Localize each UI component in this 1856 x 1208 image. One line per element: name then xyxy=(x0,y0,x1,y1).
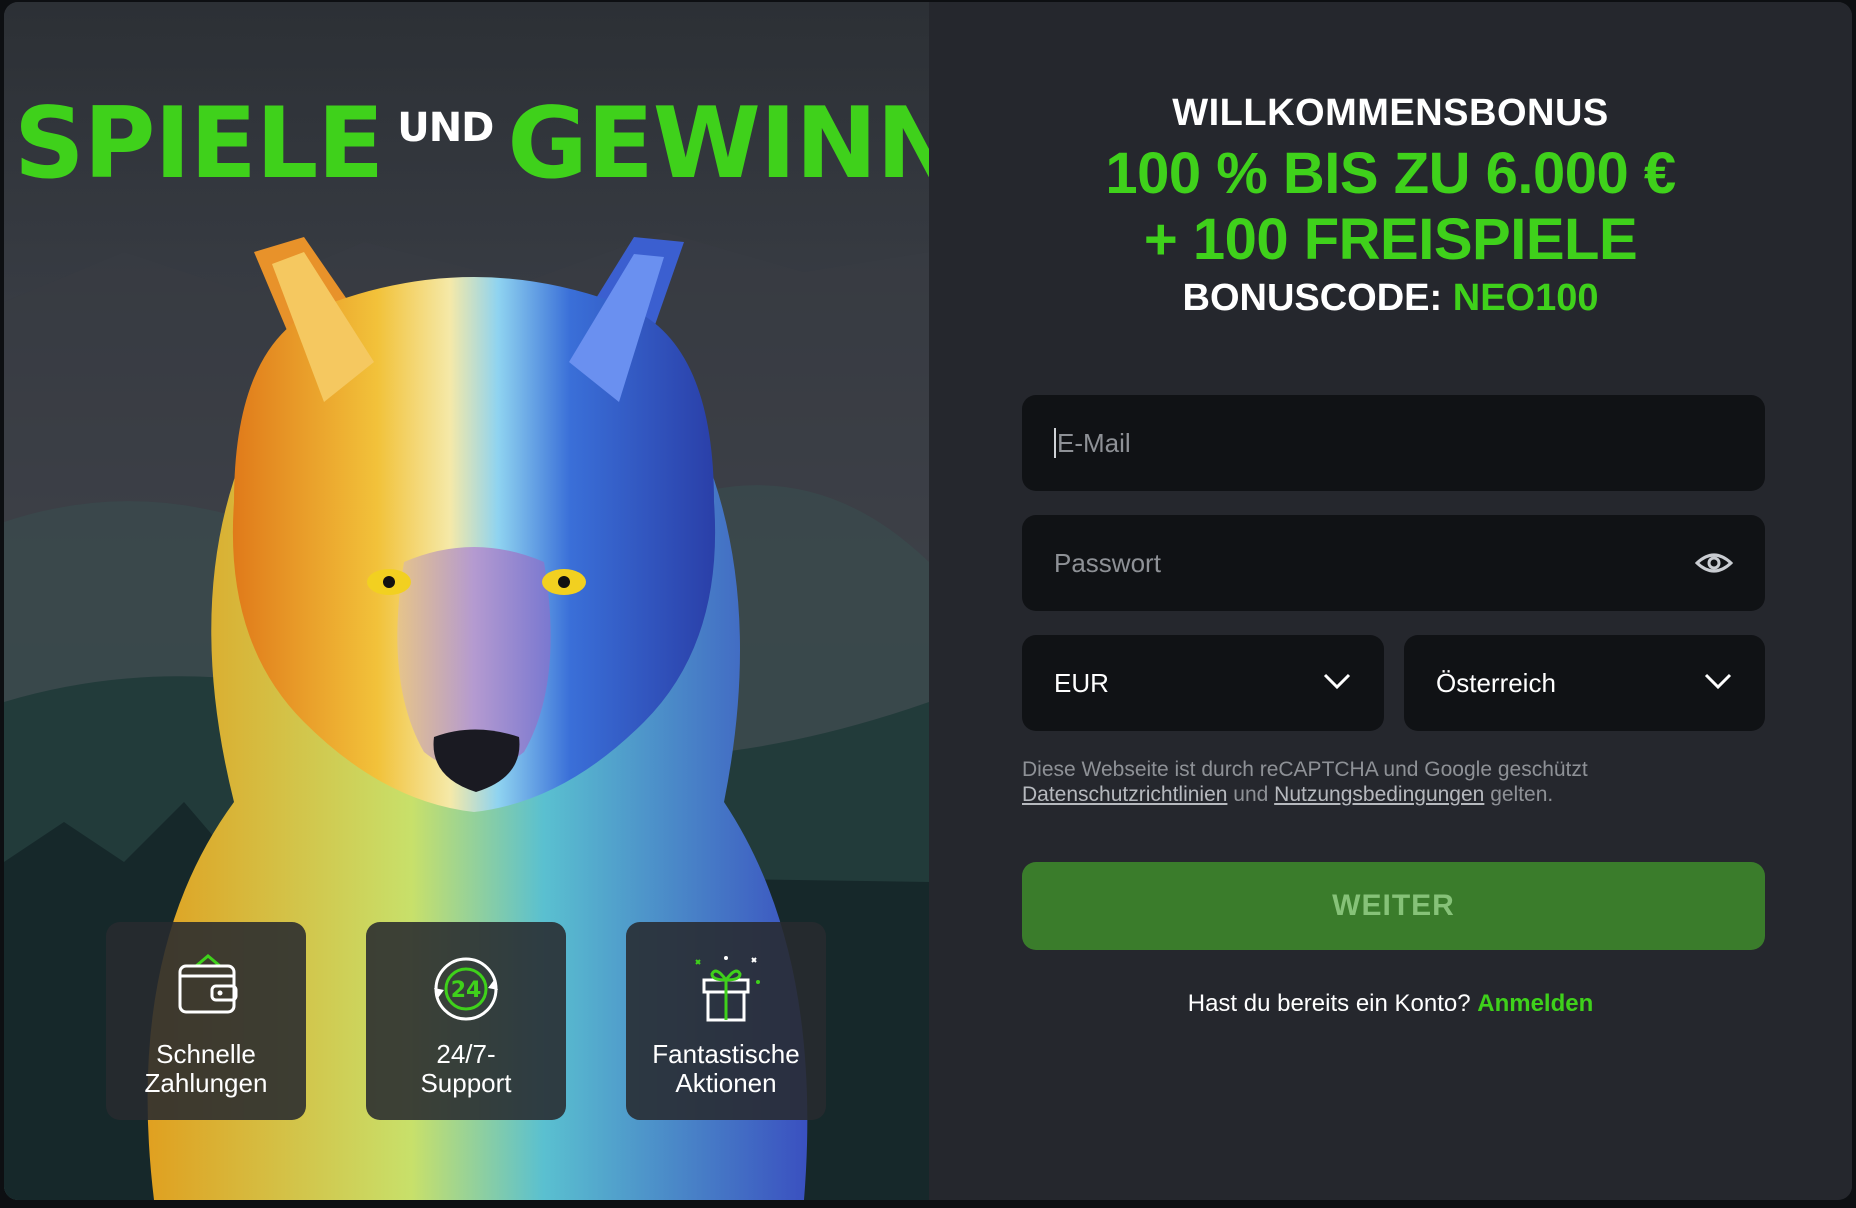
promo-panel: SPIELE UND GEWINNE Schnelle Zahlungen 24 2… xyxy=(4,2,929,1200)
recaptcha-notice: Diese Webseite ist durch reCAPTCHA und G… xyxy=(1022,757,1722,807)
feature-label: 24/7- Support xyxy=(420,1039,512,1098)
notice-apply: gelten. xyxy=(1490,783,1554,806)
country-select[interactable]: Österreich xyxy=(1404,635,1765,731)
chevron-down-icon xyxy=(1704,673,1732,690)
feature-card-support: 24 24/7- Support xyxy=(366,922,566,1120)
feature-card-payments: Schnelle Zahlungen xyxy=(106,922,306,1120)
currency-value: EUR xyxy=(1054,667,1109,698)
password-field[interactable]: Passwort xyxy=(1022,515,1765,611)
registration-form-panel: WILLKOMMENSBONUS 100 % BIS ZU 6.000 € + … xyxy=(929,2,1852,1200)
gift-icon xyxy=(695,956,760,1022)
bonus-amount: 100 % BIS ZU 6.000 € xyxy=(1105,141,1676,206)
password-placeholder: Passwort xyxy=(1054,547,1161,578)
bonus-code: BONUSCODE: NEO100 xyxy=(929,277,1852,320)
currency-select[interactable]: EUR xyxy=(1022,635,1384,731)
bonus-free-spins: + 100 FREISPIELE xyxy=(1143,207,1638,272)
login-prompt: Hast du bereits ein Konto? Anmelden xyxy=(929,990,1852,1018)
feature-label: Fantastische Aktionen xyxy=(652,1039,800,1098)
notice-text: Diese Webseite ist durch reCAPTCHA und G… xyxy=(1022,758,1588,781)
bonus-code-value: NEO100 xyxy=(1452,277,1599,319)
support-24-icon: 24 xyxy=(434,957,498,1021)
continue-button[interactable]: WEITER xyxy=(1022,862,1765,950)
login-link[interactable]: Anmelden xyxy=(1477,990,1593,1017)
email-field[interactable]: E-Mail xyxy=(1022,395,1765,491)
country-value: Österreich xyxy=(1436,667,1556,698)
bonus-title: WILLKOMMENSBONUS xyxy=(1172,92,1609,134)
login-prompt-text: Hast du bereits ein Konto? xyxy=(1187,990,1471,1017)
hero-word-2: GEWINNE xyxy=(507,87,929,201)
svg-text:24: 24 xyxy=(451,978,482,1003)
registration-modal: SPIELE UND GEWINNE Schnelle Zahlungen 24 2… xyxy=(4,2,1852,1200)
bonus-code-label: BONUSCODE: xyxy=(1182,277,1443,319)
terms-of-use-link[interactable]: Nutzungsbedingungen xyxy=(1274,783,1484,806)
hero-connector: UND xyxy=(397,105,494,151)
email-placeholder: E-Mail xyxy=(1057,427,1131,458)
hero-headline: SPIELE UND GEWINNE xyxy=(14,87,929,201)
text-cursor xyxy=(1054,428,1056,458)
privacy-policy-link[interactable]: Datenschutzrichtlinien xyxy=(1022,783,1227,806)
wallet-icon xyxy=(178,954,238,1014)
feature-label: Schnelle Zahlungen xyxy=(144,1039,268,1098)
notice-and: und xyxy=(1233,783,1269,806)
eye-icon[interactable] xyxy=(1695,547,1733,579)
chevron-down-icon xyxy=(1323,673,1351,690)
hero-word-1: SPIELE xyxy=(14,87,384,201)
feature-card-promotions: Fantastische Aktionen xyxy=(626,922,826,1120)
